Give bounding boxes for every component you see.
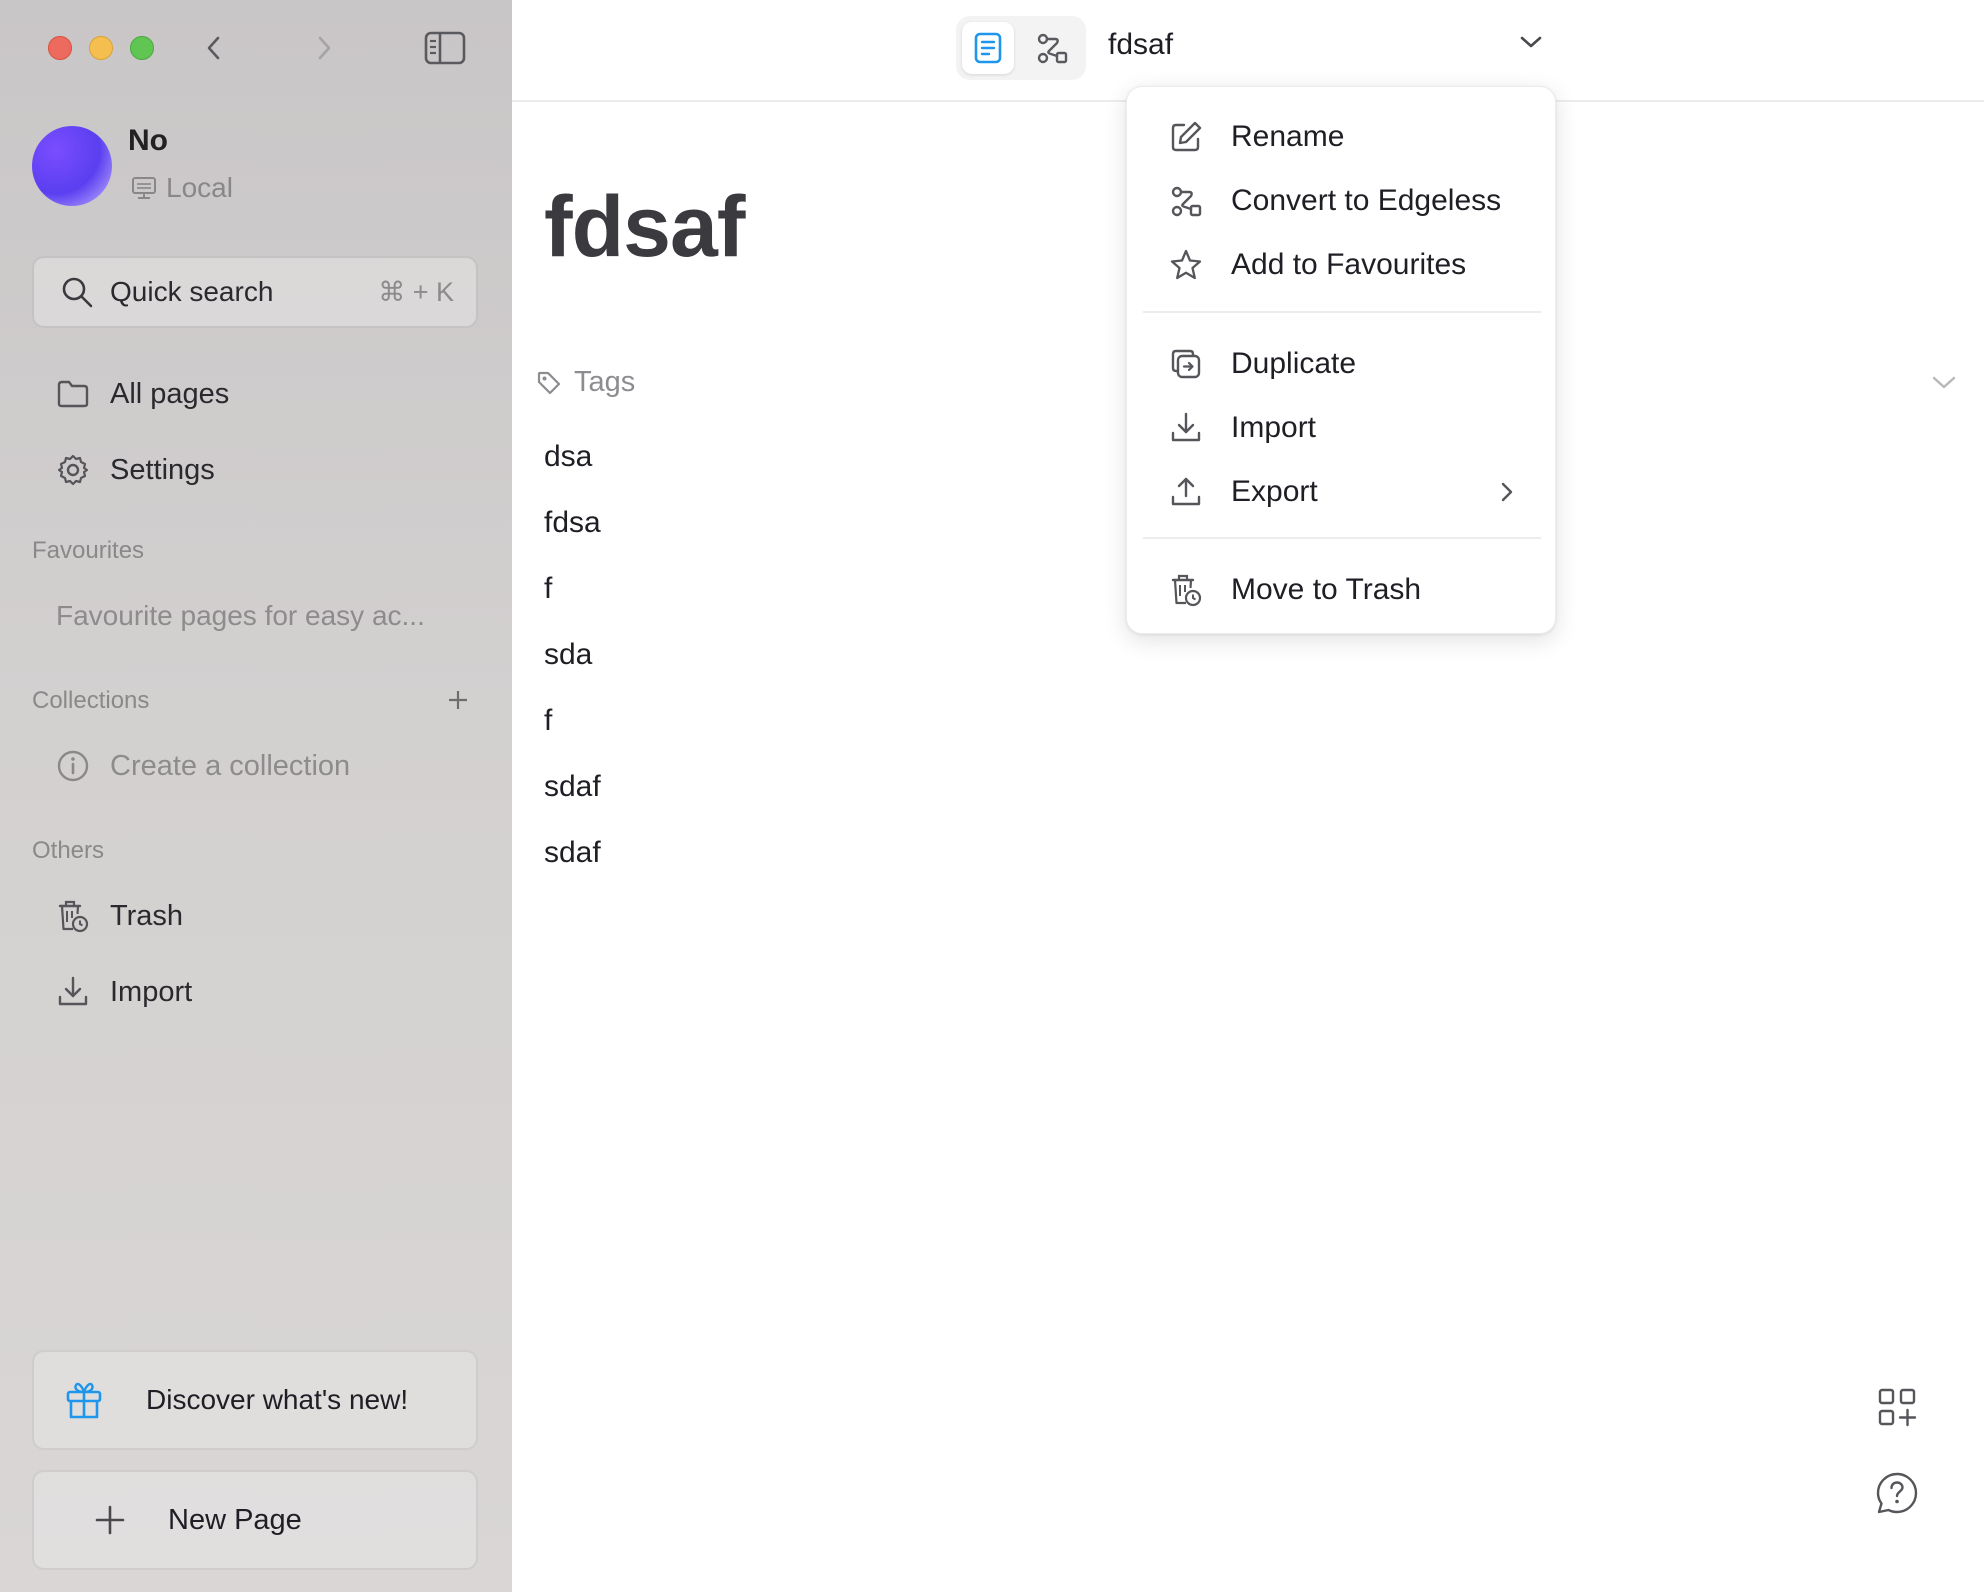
sidebar-item-all-pages[interactable]: All pages: [56, 366, 229, 422]
paragraph-block[interactable]: sdaf: [544, 836, 601, 870]
workspace-avatar[interactable]: [32, 126, 112, 206]
doc-menu-toggle[interactable]: [1518, 32, 1544, 52]
menu-item-label: Rename: [1231, 120, 1345, 153]
sidebar-toggle-icon: [424, 31, 466, 65]
import-icon: [1171, 412, 1201, 442]
menu-item-import[interactable]: Import: [1169, 400, 1316, 456]
favourites-empty-text: Favourite pages for easy ac...: [56, 600, 425, 631]
menu-item-move-to-trash[interactable]: Move to Trash: [1169, 562, 1421, 618]
paragraph-block[interactable]: fdsa: [544, 506, 601, 540]
help-question-icon: [1876, 1472, 1918, 1514]
workspace-type-label: Local: [166, 172, 233, 203]
edgeless-icon: [1037, 33, 1068, 64]
menu-item-label: Export: [1231, 475, 1318, 508]
export-icon: [1171, 477, 1201, 506]
add-block-icon: [1878, 1388, 1917, 1427]
sidebar-item-label: Import: [110, 975, 193, 1008]
gift-icon: [66, 1382, 102, 1419]
paragraph-block[interactable]: f: [544, 704, 552, 738]
tag-icon: [537, 371, 561, 394]
search-icon: [62, 277, 93, 308]
duplicate-icon: [1171, 349, 1201, 379]
tags-expand-toggle[interactable]: [1930, 372, 1958, 392]
new-page-button[interactable]: New Page: [32, 1470, 478, 1570]
paragraph-block[interactable]: sdaf: [544, 770, 601, 804]
zoom-window-button[interactable]: [130, 36, 154, 60]
edgeless-icon: [1171, 186, 1202, 217]
edgeless-mode-button[interactable]: [1026, 22, 1078, 74]
tags-label: Tags: [574, 366, 636, 398]
folder-icon: [57, 380, 89, 408]
menu-item-duplicate[interactable]: Duplicate: [1169, 336, 1356, 392]
help-button[interactable]: [1870, 1468, 1924, 1518]
quick-search-button[interactable]: Quick search ⌘ + K: [32, 256, 478, 328]
collections-section-title: Collections: [32, 687, 150, 714]
workspace-name[interactable]: No: [128, 124, 168, 158]
chevron-down-icon: [1932, 376, 1956, 389]
info-icon: [57, 750, 89, 782]
sidebar-item-trash[interactable]: Trash: [56, 888, 183, 944]
favourites-section-title: Favourites: [32, 537, 145, 564]
page-mode-button[interactable]: [962, 22, 1014, 74]
minimize-window-button[interactable]: [89, 36, 113, 60]
blocksuite-toolbar-button[interactable]: [1872, 1382, 1922, 1432]
chevron-down-icon: [1520, 36, 1542, 48]
plus-icon: [95, 1505, 125, 1535]
sidebar-item-label: Settings: [110, 453, 215, 486]
close-window-button[interactable]: [48, 36, 72, 60]
workspace-type: Local: [130, 172, 233, 204]
trash-icon: [58, 900, 89, 933]
menu-item-export[interactable]: Export: [1169, 464, 1515, 520]
menu-item-add-to-favourites[interactable]: Add to Favourites: [1169, 237, 1466, 293]
trash-icon: [1171, 574, 1202, 607]
sidebar-item-label: All pages: [110, 377, 230, 410]
gear-icon: [57, 454, 89, 486]
create-collection-label: Create a collection: [110, 749, 351, 782]
menu-divider: [1143, 311, 1541, 313]
edit-icon: [1171, 121, 1202, 152]
menu-divider: [1143, 537, 1541, 539]
quick-search-shortcut: ⌘ + K: [378, 276, 454, 307]
star-icon: [1170, 249, 1202, 280]
page-title[interactable]: fdsaf: [544, 178, 745, 277]
menu-item-label: Move to Trash: [1231, 573, 1422, 606]
menu-item-rename[interactable]: Rename: [1169, 109, 1344, 165]
doc-title-header[interactable]: fdsaf: [1108, 28, 1173, 62]
new-page-label: New Page: [168, 1503, 302, 1536]
paragraph-block[interactable]: sda: [544, 638, 592, 672]
page-icon: [974, 32, 1002, 64]
tags-property[interactable]: Tags: [536, 366, 635, 399]
chevron-right-icon: [318, 36, 331, 60]
others-section-title: Others: [32, 837, 105, 864]
discover-whats-new-label: Discover what's new!: [146, 1384, 409, 1415]
create-collection-button[interactable]: Create a collection: [56, 738, 350, 794]
plus-icon: [449, 691, 467, 709]
back-button[interactable]: [198, 30, 230, 66]
page-options-menu: Rename Convert to Edgeless Add to Favour…: [1126, 86, 1556, 634]
paragraph-block[interactable]: dsa: [544, 440, 592, 474]
menu-item-label: Add to Favourites: [1231, 248, 1467, 281]
toggle-sidebar-button[interactable]: [422, 28, 468, 68]
import-icon: [58, 976, 88, 1006]
discover-whats-new-button[interactable]: Discover what's new!: [32, 1350, 478, 1450]
editor-mode-switch: [956, 16, 1086, 80]
paragraph-block[interactable]: f: [544, 572, 552, 606]
chevron-left-icon: [207, 36, 220, 60]
add-collection-button[interactable]: [444, 686, 472, 714]
chevron-right-icon: [1501, 482, 1513, 502]
menu-item-convert-to-edgeless[interactable]: Convert to Edgeless: [1169, 173, 1501, 229]
menu-item-label: Import: [1231, 411, 1317, 444]
local-storage-icon: [132, 177, 156, 199]
menu-item-label: Convert to Edgeless: [1231, 184, 1502, 217]
sidebar-item-label: Trash: [110, 899, 184, 932]
quick-search-label: Quick search: [110, 276, 274, 307]
forward-button[interactable]: [308, 30, 340, 66]
menu-item-label: Duplicate: [1231, 347, 1357, 380]
sidebar-item-settings[interactable]: Settings: [56, 442, 215, 498]
sidebar-item-import[interactable]: Import: [56, 964, 192, 1020]
sidebar: No Local Quick search ⌘ + K All pages Se…: [0, 0, 512, 1592]
